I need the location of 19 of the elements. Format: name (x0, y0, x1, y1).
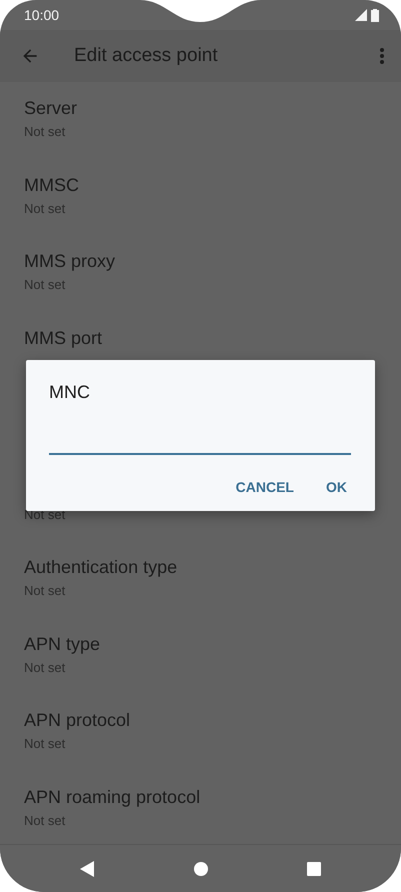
status-time: 10:00 (24, 7, 60, 23)
home-circle-icon (194, 862, 208, 876)
signal-icon (355, 9, 367, 21)
setting-title[interactable]: Authentication type (24, 555, 377, 579)
battery-icon (371, 8, 379, 22)
setting-title[interactable]: MMS port (24, 326, 377, 350)
setting-title[interactable]: APN type (24, 632, 377, 656)
screen-title: Edit access point (74, 45, 219, 67)
cancel-button[interactable]: CANCEL (224, 473, 306, 501)
setting-title[interactable]: MMSC (24, 172, 377, 196)
triangle-back-icon (80, 860, 94, 876)
setting-title[interactable]: APN roaming protocol (24, 784, 377, 808)
setting-title[interactable]: APN protocol (24, 708, 377, 732)
dialog-title: MNC (49, 382, 91, 403)
recents-square-icon (307, 862, 321, 876)
more-options-icon (379, 47, 385, 65)
ok-button[interactable]: OK (314, 473, 359, 501)
setting-title[interactable]: MMS proxy (24, 249, 377, 273)
setting-title[interactable]: Server (24, 96, 377, 120)
